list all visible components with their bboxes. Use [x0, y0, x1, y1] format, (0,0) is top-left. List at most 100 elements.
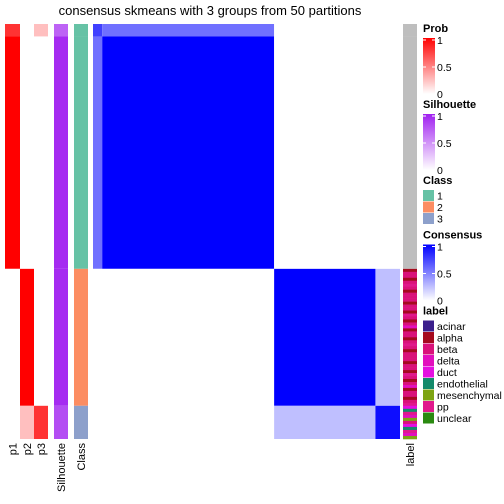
chart-title: consensus skmeans with 3 groups from 50 …	[59, 3, 362, 18]
label-cell	[403, 322, 417, 326]
label-cell	[403, 343, 417, 347]
label-cell	[403, 283, 417, 288]
label-cell	[403, 346, 417, 350]
legend-title: Silhouette	[423, 99, 476, 111]
label-cell	[403, 370, 417, 374]
label-cell	[403, 396, 417, 401]
label-cell	[403, 280, 417, 285]
silhouette-cell	[54, 24, 68, 37]
legend-tick-label: 1	[437, 35, 443, 47]
legend-tick-label: 0.5	[437, 138, 452, 150]
legend-colorbar	[423, 38, 435, 94]
label-cell	[403, 355, 417, 359]
consensus-cell	[274, 405, 376, 439]
label-cell	[403, 301, 417, 305]
p1-cell	[5, 36, 20, 269]
p1-cell	[5, 268, 20, 406]
label-cell	[403, 277, 417, 282]
legend-swatch	[423, 343, 434, 355]
column-label: p2	[22, 443, 34, 455]
label-cell	[403, 349, 417, 353]
label-cell	[403, 402, 417, 407]
consensus-cell	[274, 24, 376, 37]
label-cell	[403, 334, 417, 338]
p3-cell	[34, 36, 48, 269]
legends: Prob10.50Silhouette10.50Class123Consensu…	[423, 23, 502, 425]
legend-item-label: unclear	[437, 413, 472, 425]
p3-cell	[34, 405, 48, 439]
label-cell	[403, 367, 417, 371]
label-cell	[403, 393, 417, 398]
label-cell	[403, 414, 417, 419]
legend-swatch	[423, 190, 434, 201]
silhouette-cell	[54, 268, 68, 406]
consensus-heatmap-chart: consensus skmeans with 3 groups from 50 …	[5, 3, 502, 492]
p2-cell	[20, 36, 34, 269]
label-cell	[403, 432, 417, 437]
silhouette-cell	[54, 36, 68, 269]
p2-cell	[20, 405, 34, 439]
legend-swatch	[423, 389, 434, 401]
legend-swatch	[423, 412, 434, 424]
label-cell	[403, 304, 417, 308]
legend-swatch	[423, 320, 434, 332]
consensus-cell	[375, 36, 400, 269]
column-label: Silhouette	[56, 443, 68, 492]
label-cell	[403, 271, 417, 276]
label-cell	[403, 319, 417, 323]
label-cell	[403, 429, 417, 434]
consensus-cell	[375, 268, 400, 406]
legend-tick-label: 0.5	[437, 62, 452, 74]
consensus-cell	[93, 268, 103, 406]
label-cell	[403, 286, 417, 290]
consensus-cell	[102, 36, 275, 269]
label-cell	[403, 340, 417, 344]
legend-item-label: 2	[437, 202, 443, 214]
legend-title: Prob	[423, 23, 448, 35]
consensus-cell	[102, 268, 275, 406]
legend-item-label: mesenchymal	[437, 390, 502, 402]
label-cell	[403, 310, 417, 314]
column-labels: p1 p2 p3 Silhouette Class label	[8, 443, 418, 492]
legend-swatch	[423, 201, 434, 213]
legend-title: Class	[423, 175, 452, 187]
label-cell	[403, 399, 417, 404]
label-cell	[403, 36, 417, 269]
consensus-cell	[102, 405, 275, 439]
p3-cell	[34, 268, 48, 406]
legend-item-label: alpha	[437, 333, 463, 345]
consensus-cell	[93, 36, 103, 269]
label-cell	[403, 390, 417, 395]
p2-cell	[20, 268, 34, 406]
consensus-cell	[375, 24, 400, 37]
consensus-cell	[375, 405, 400, 439]
legend-swatch	[423, 213, 434, 224]
class-cell	[74, 405, 88, 439]
label-cell	[403, 408, 417, 413]
label-cell	[403, 274, 417, 279]
p1-cell	[5, 405, 20, 439]
legend-tick-label: 1	[437, 242, 443, 254]
legend-item-label: endothelial	[437, 379, 488, 391]
label-cell	[403, 328, 417, 332]
label-cell	[403, 361, 417, 365]
label-cell	[403, 376, 417, 380]
heatmap-marks	[5, 24, 417, 440]
legend-item-label: delta	[437, 356, 460, 368]
label-cell	[403, 316, 417, 320]
legend-swatch	[423, 366, 434, 378]
label-cell	[403, 24, 417, 37]
label-cell	[403, 423, 417, 428]
label-cell	[403, 426, 417, 431]
legend-swatch	[423, 355, 434, 366]
column-label: p3	[36, 443, 48, 455]
label-cell	[403, 381, 417, 386]
label-cell	[403, 352, 417, 356]
label-cell	[403, 411, 417, 416]
class-cell	[74, 24, 88, 37]
class-cell	[74, 36, 88, 269]
label-cell	[403, 298, 417, 302]
label-cell	[403, 417, 417, 422]
legend-title: Consensus	[423, 230, 482, 242]
label-cell	[403, 313, 417, 317]
